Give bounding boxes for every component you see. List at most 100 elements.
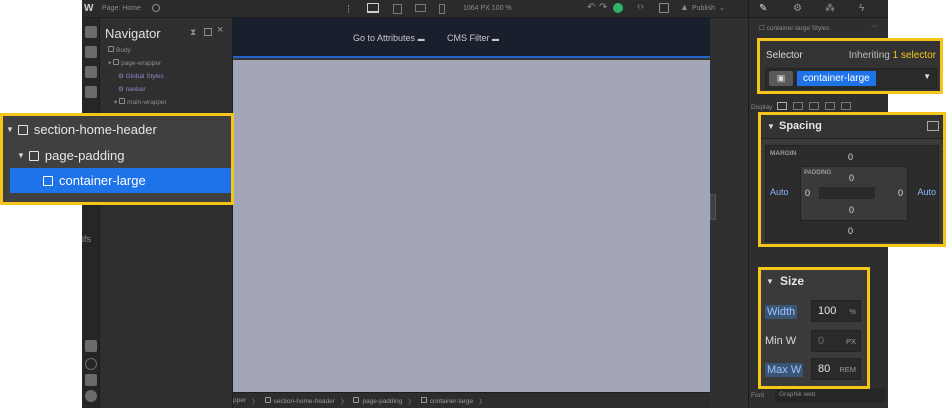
width-label[interactable]: Width	[765, 305, 798, 319]
margin-left-value[interactable]: Auto	[770, 187, 789, 197]
max-width-unit[interactable]: REM	[839, 365, 856, 374]
caret-down-icon[interactable]: ▼	[766, 277, 774, 286]
settings-gear-icon[interactable]: ⚙	[793, 3, 802, 14]
dropdown-arrow-icon[interactable]: ▼	[923, 72, 931, 81]
min-width-unit[interactable]: PX	[846, 337, 856, 346]
margin-top-value[interactable]: 0	[848, 152, 853, 162]
search-icon[interactable]	[85, 358, 97, 370]
display-options[interactable]	[777, 102, 881, 112]
min-width-label[interactable]: Min W	[765, 335, 796, 347]
padding-left-value[interactable]: 0	[805, 188, 810, 198]
caret-down-icon[interactable]: ▼	[17, 151, 25, 160]
spacing-preset-icon[interactable]	[927, 121, 939, 131]
publish-chevron-icon[interactable]: ⌄	[719, 4, 725, 12]
padding-label: PADDING	[804, 170, 832, 176]
settings-icon[interactable]	[152, 4, 160, 12]
inheriting-info[interactable]: Inheriting 1 selector	[849, 50, 936, 61]
checklist-icon[interactable]	[85, 340, 97, 352]
tree-item-container-large[interactable]: container-large	[10, 168, 231, 193]
page-label[interactable]: Page: Home	[102, 5, 141, 12]
nav-link-cms-filter[interactable]: CMS Filter ▬	[447, 33, 499, 43]
margin-bottom-value[interactable]: 0	[848, 226, 853, 236]
redo-icon[interactable]: ↷	[599, 2, 607, 13]
dock-icon[interactable]	[204, 28, 212, 36]
min-width-input[interactable]: 0 PX	[811, 330, 861, 352]
tree-item[interactable]: ⚙ Global Styles	[118, 72, 164, 80]
padding-bottom-value[interactable]: 0	[849, 205, 854, 215]
code-icon[interactable]: ‹›	[637, 1, 644, 12]
tree-item[interactable]: Body	[108, 46, 131, 54]
tree-item-label: container-large	[59, 173, 146, 188]
canvas-section[interactable]	[233, 60, 710, 392]
display-label: Display	[751, 104, 773, 111]
share-icon[interactable]	[659, 3, 669, 13]
panel-tabs: ✎ ⚙ ⁂ ϟ	[749, 0, 888, 18]
max-width-label[interactable]: Max W	[765, 363, 804, 377]
chevron-right-icon: 〉	[408, 398, 415, 406]
padding-right-value[interactable]: 0	[898, 188, 903, 198]
publish-button[interactable]: Publish	[692, 5, 715, 12]
selector-tag-icon[interactable]: ▣	[769, 71, 793, 86]
content-box	[819, 187, 875, 199]
margin-box[interactable]: MARGIN 0 Auto Auto 0 PADDING 0 0 0 0	[765, 145, 939, 242]
status-green-icon[interactable]	[613, 3, 623, 13]
navigator-icon[interactable]	[85, 66, 97, 78]
close-icon[interactable]: ×	[217, 24, 223, 36]
width-input[interactable]: 100 %	[811, 300, 861, 322]
breadcrumb-item[interactable]: pper	[233, 397, 246, 404]
add-panel-icon[interactable]	[85, 26, 97, 38]
tree-item-section-home-header[interactable]: ▼ section-home-header	[3, 117, 231, 142]
portrait-breakpoint-icon[interactable]	[439, 4, 445, 14]
interactions-icon[interactable]: ⁂	[825, 3, 835, 14]
max-width-input[interactable]: 80 REM	[811, 358, 861, 380]
users-icon[interactable]	[85, 374, 97, 386]
tree-item-label: section-home-header	[33, 122, 157, 137]
collapse-icon[interactable]: ⧗	[190, 27, 196, 38]
padding-box[interactable]: PADDING 0 0 0 0	[800, 166, 908, 221]
chevron-right-icon: 〉	[479, 398, 486, 406]
more-icon[interactable]	[348, 5, 351, 13]
site-navbar[interactable]: Go to Attributes ▬ CMS Filter ▬	[233, 18, 710, 58]
width-unit[interactable]: %	[849, 307, 856, 316]
class-chip[interactable]: container-large	[797, 71, 876, 86]
help-icon[interactable]	[85, 390, 97, 402]
font-select[interactable]: Graphik web	[775, 388, 885, 402]
leftbar-fragment: ifs	[82, 234, 91, 244]
landscape-breakpoint-icon[interactable]	[415, 4, 426, 12]
size-title: Size	[780, 274, 805, 288]
caret-down-icon[interactable]: ▼	[767, 122, 775, 131]
breadcrumb-item[interactable]: section-home-header	[264, 396, 335, 405]
tree-item[interactable]: ▾ main-wrapper	[114, 98, 167, 106]
breadcrumb-item[interactable]: page-padding	[353, 396, 402, 405]
breadcrumb: pper 〉 section-home-header 〉 page-paddin…	[233, 392, 710, 408]
spacing-header[interactable]: ▼ Spacing	[761, 115, 943, 139]
symbols-icon[interactable]	[85, 46, 97, 58]
spacing-title: Spacing	[779, 120, 822, 132]
margin-right-value[interactable]: Auto	[917, 187, 936, 197]
undo-icon[interactable]: ↶	[587, 2, 595, 13]
navigator-zoom-callout: ▼ section-home-header ▼ page-padding con…	[0, 113, 234, 205]
chevron-right-icon: 〉	[252, 398, 259, 406]
tree-item[interactable]: ⚙ navbar	[118, 85, 146, 93]
webflow-logo-icon[interactable]: W	[84, 3, 93, 14]
nav-link-attributes[interactable]: Go to Attributes ▬	[353, 33, 425, 43]
lightning-icon[interactable]: ϟ	[859, 3, 864, 14]
size-header[interactable]: ▼ Size	[761, 270, 867, 294]
margin-label: MARGIN	[770, 150, 797, 157]
more-icon[interactable]: ⋯	[871, 22, 878, 30]
selector-field[interactable]: ▣ container-large ▼	[765, 68, 937, 89]
warning-icon[interactable]: ▲	[680, 2, 689, 12]
caret-down-icon[interactable]: ▼	[6, 125, 14, 134]
breadcrumb-item[interactable]: container-large	[420, 396, 473, 405]
navigator-title: Navigator	[105, 26, 161, 41]
style-brush-icon[interactable]: ✎	[759, 3, 767, 14]
font-label: Font	[751, 392, 765, 399]
desktop-breakpoint-icon[interactable]	[367, 3, 379, 13]
resize-handle[interactable]	[710, 194, 716, 220]
tree-item-page-padding[interactable]: ▼ page-padding	[3, 143, 231, 168]
pages-icon[interactable]	[85, 86, 97, 98]
tablet-breakpoint-icon[interactable]	[393, 4, 402, 14]
tree-item[interactable]: ▾ page-wrapper	[108, 59, 161, 67]
left-toolbar: ifs	[82, 18, 100, 408]
padding-top-value[interactable]: 0	[849, 173, 854, 183]
